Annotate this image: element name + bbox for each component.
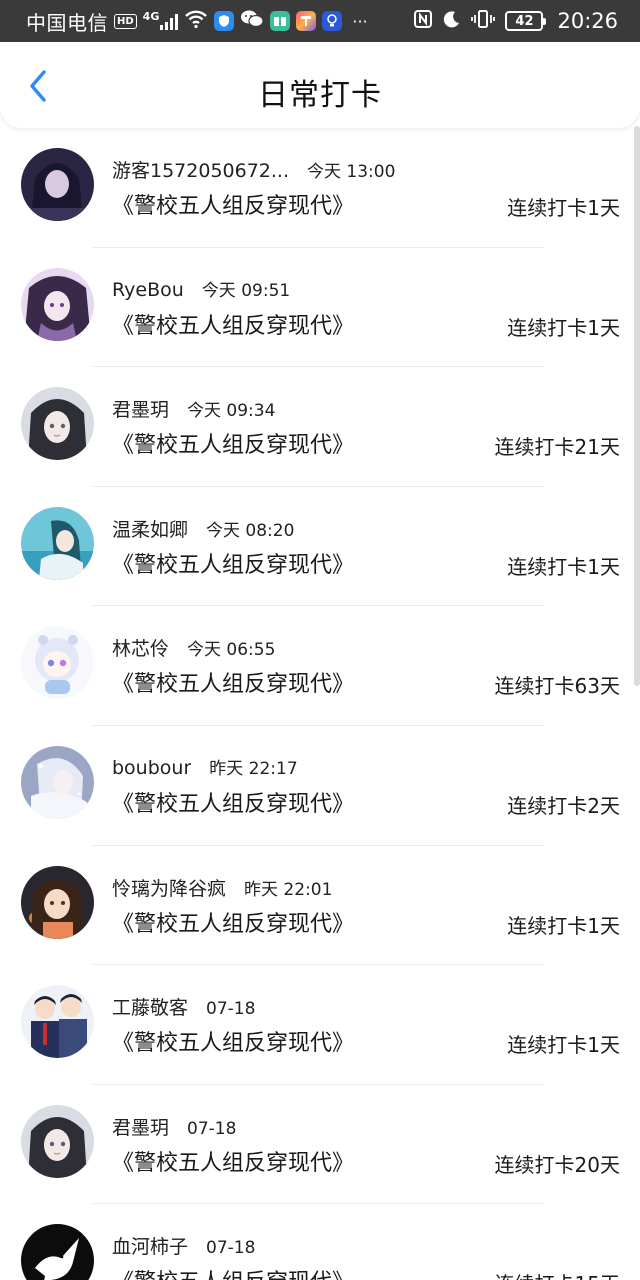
book-title[interactable]: 《警校五人组反穿现代》 — [112, 1145, 354, 1177]
checkin-row[interactable]: 工藤敬客 07-18 《警校五人组反穿现代》 连续打卡1天 — [0, 965, 640, 1085]
clock: 20:26 — [557, 9, 618, 33]
checkin-row[interactable]: 君墨玥 07-18 《警校五人组反穿现代》 连续打卡20天 — [0, 1085, 640, 1205]
streak-count: 连续打卡1天 — [507, 913, 620, 938]
username[interactable]: 温柔如卿 — [112, 515, 188, 542]
checkin-meta: 林芯伶 今天 06:55 — [112, 634, 275, 661]
vibrate-icon — [471, 9, 496, 33]
user-avatar[interactable] — [21, 745, 94, 819]
status-bar-left: 中国电信 HD 4G ··· — [26, 8, 368, 35]
user-avatar[interactable] — [21, 626, 94, 700]
moon-icon — [443, 10, 461, 32]
user-avatar[interactable] — [21, 1224, 94, 1280]
checkin-row[interactable]: 君墨玥 今天 09:34 《警校五人组反穿现代》 连续打卡21天 — [0, 367, 640, 487]
user-avatar[interactable] — [21, 148, 94, 221]
streak-count: 连续打卡2天 — [507, 793, 620, 818]
book-title[interactable]: 《警校五人组反穿现代》 — [112, 666, 354, 698]
username[interactable]: 林芯伶 — [112, 634, 169, 661]
streak-count: 连续打卡63天 — [494, 674, 620, 699]
username[interactable]: 游客1572050672... — [112, 156, 289, 183]
book-title[interactable]: 《警校五人组反穿现代》 — [112, 906, 354, 938]
username[interactable]: 怜璃为降谷疯 — [112, 874, 226, 901]
checkin-meta: boubour 昨天 22:17 — [112, 754, 298, 779]
checkin-time: 今天 09:51 — [201, 280, 291, 301]
checkin-meta: 游客1572050672... 今天 13:00 — [112, 156, 395, 183]
user-avatar[interactable] — [21, 985, 94, 1059]
username[interactable]: 君墨玥 — [112, 395, 169, 422]
streak-count: 连续打卡1天 — [507, 554, 620, 579]
checkin-time: 昨天 22:01 — [244, 879, 333, 900]
checkin-meta: 怜璃为降谷疯 昨天 22:01 — [112, 874, 332, 901]
network-type: 4G — [142, 10, 160, 23]
username[interactable]: RyeBou — [112, 279, 184, 301]
username[interactable]: boubour — [112, 757, 191, 779]
checkin-row[interactable]: 游客1572050672... 今天 13:00 《警校五人组反穿现代》 连续打卡1天 — [0, 128, 640, 248]
app-header: 日常打卡 — [0, 42, 640, 128]
streak-count: 连续打卡20天 — [494, 1152, 620, 1177]
lightbulb-app-icon — [322, 11, 343, 31]
streak-count: 连续打卡1天 — [507, 315, 620, 340]
wifi-icon — [184, 9, 208, 33]
streak-count: 连续打卡1天 — [507, 1033, 620, 1058]
book-title[interactable]: 《警校五人组反穿现代》 — [112, 188, 354, 220]
book-title[interactable]: 《警校五人组反穿现代》 — [112, 786, 354, 818]
more-notifications: ··· — [352, 11, 368, 31]
colorful-app-icon — [296, 11, 317, 31]
user-avatar[interactable] — [21, 506, 94, 580]
hd-badge: HD — [114, 13, 137, 29]
checkin-time: 今天 13:00 — [307, 162, 396, 182]
checkin-row[interactable]: 林芯伶 今天 06:55 《警校五人组反穿现代》 连续打卡63天 — [0, 606, 640, 726]
reader-app-icon — [270, 11, 291, 31]
streak-count: 连续打卡21天 — [494, 435, 620, 460]
streak-count: 连续打卡1天 — [507, 196, 620, 220]
battery-level: 42 — [515, 13, 534, 29]
book-title[interactable]: 《警校五人组反穿现代》 — [112, 427, 354, 459]
book-title[interactable]: 《警校五人组反穿现代》 — [112, 1264, 354, 1280]
checkin-meta: 温柔如卿 今天 08:20 — [112, 515, 294, 542]
nfc-icon — [413, 9, 433, 33]
checkin-list[interactable]: 游客1572050672... 今天 13:00 《警校五人组反穿现代》 连续打卡1天… — [0, 128, 640, 1280]
checkin-meta: 君墨玥 今天 09:34 — [112, 395, 275, 422]
checkin-time: 今天 09:34 — [187, 401, 276, 422]
status-bar-right: 42 20:26 — [413, 8, 618, 34]
scrollbar[interactable] — [634, 126, 640, 686]
streak-count: 连续打卡15天 — [495, 1268, 620, 1280]
user-avatar[interactable] — [21, 865, 94, 939]
book-title[interactable]: 《警校五人组反穿现代》 — [112, 1025, 354, 1057]
checkin-time: 07-18 — [206, 1238, 256, 1259]
user-avatar[interactable] — [21, 267, 94, 341]
checkin-row[interactable]: 温柔如卿 今天 08:20 《警校五人组反穿现代》 连续打卡1天 — [0, 487, 640, 607]
carrier-name: 中国电信 — [26, 10, 108, 35]
security-shield-icon — [214, 11, 235, 31]
checkin-time: 07-18 — [187, 1118, 237, 1139]
checkin-time: 07-18 — [206, 999, 256, 1020]
username[interactable]: 工藤敬客 — [112, 993, 188, 1020]
wechat-icon — [240, 9, 264, 33]
status-bar: 中国电信 HD 4G ··· 42 20:26 — [0, 0, 640, 42]
book-title[interactable]: 《警校五人组反穿现代》 — [112, 547, 354, 579]
checkin-row[interactable]: 怜璃为降谷疯 昨天 22:01 《警校五人组反穿现代》 连续打卡1天 — [0, 846, 640, 966]
book-title[interactable]: 《警校五人组反穿现代》 — [112, 308, 354, 340]
checkin-time: 昨天 22:17 — [209, 758, 298, 779]
signal-icon: 4G — [142, 10, 179, 30]
username[interactable]: 君墨玥 — [112, 1113, 169, 1140]
user-avatar[interactable] — [21, 1104, 94, 1178]
checkin-meta: RyeBou 今天 09:51 — [112, 276, 290, 301]
checkin-row[interactable]: 血河柿子 07-18 《警校五人组反穿现代》 连续打卡15天 — [0, 1204, 640, 1280]
page-title: 日常打卡 — [258, 78, 382, 113]
checkin-row[interactable]: boubour 昨天 22:17 《警校五人组反穿现代》 连续打卡2天 — [0, 726, 640, 846]
checkin-time: 今天 06:55 — [187, 640, 276, 661]
checkin-meta: 血河柿子 07-18 — [112, 1232, 255, 1259]
checkin-time: 今天 08:20 — [206, 520, 295, 541]
checkin-meta: 君墨玥 07-18 — [112, 1113, 236, 1140]
checkin-row[interactable]: RyeBou 今天 09:51 《警校五人组反穿现代》 连续打卡1天 — [0, 248, 640, 368]
battery-icon: 42 — [505, 11, 547, 31]
checkin-meta: 工藤敬客 07-18 — [112, 993, 255, 1020]
user-avatar[interactable] — [21, 387, 94, 461]
username[interactable]: 血河柿子 — [112, 1232, 188, 1259]
